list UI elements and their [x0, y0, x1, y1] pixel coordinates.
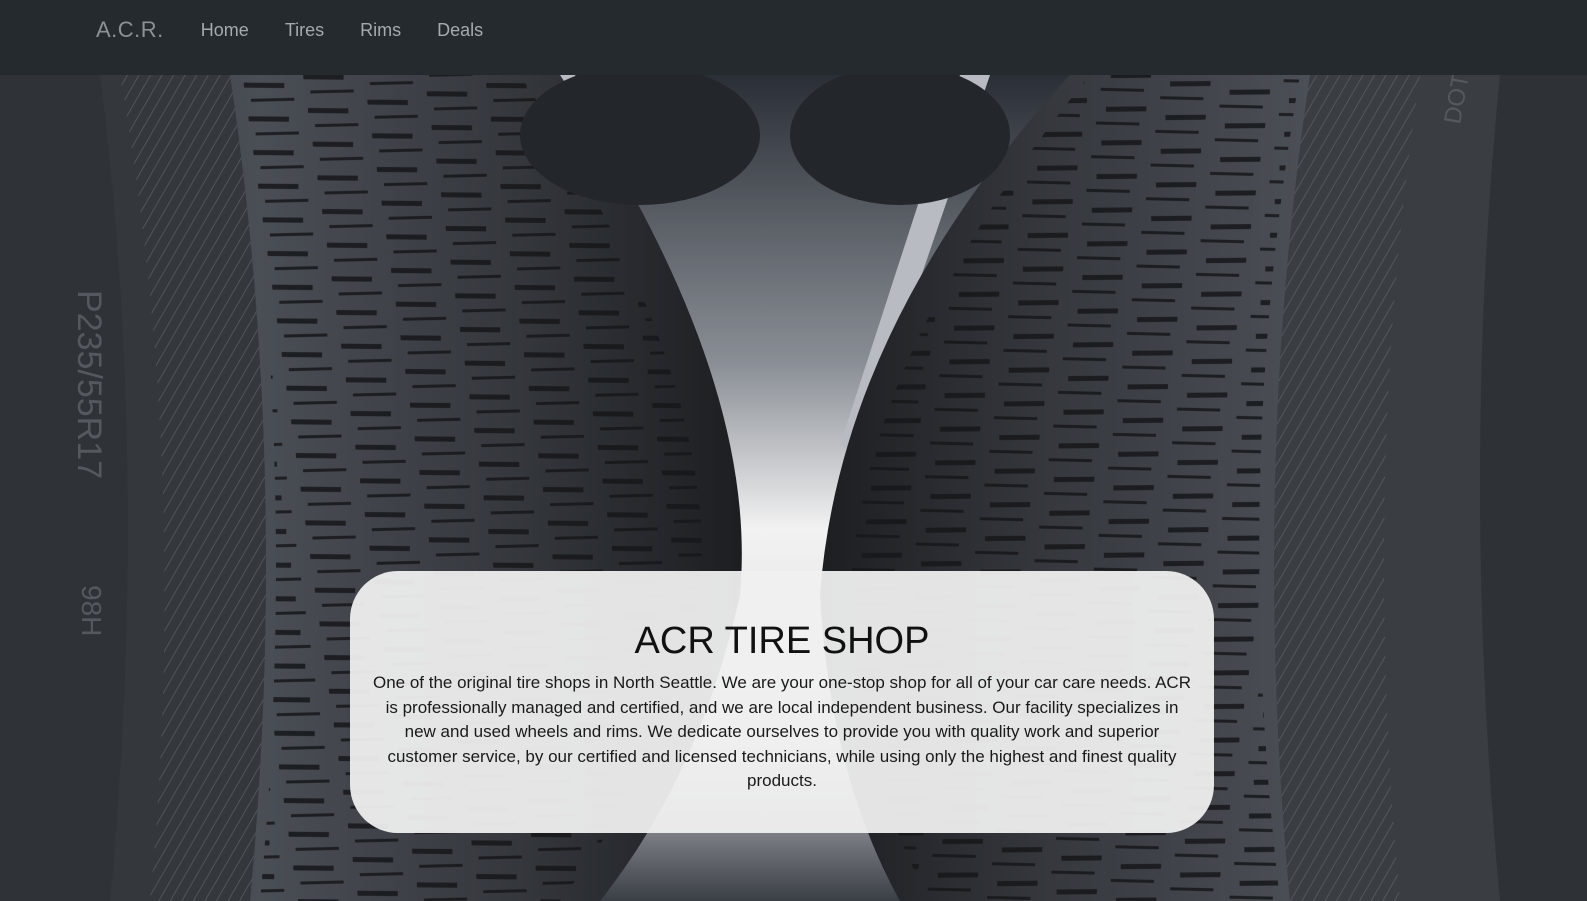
- nav-link-deals[interactable]: Deals: [437, 20, 483, 41]
- hero-tire-image: P235/55R17 98H DOT ACR TIRE SHOP One of …: [0, 75, 1587, 901]
- top-navbar: A.C.R. Home Tires Rims Deals: [0, 0, 1587, 75]
- brand-logo-link[interactable]: A.C.R.: [96, 17, 164, 43]
- nav-link-tires[interactable]: Tires: [285, 20, 324, 41]
- about-card: ACR TIRE SHOP One of the original tire s…: [350, 571, 1214, 833]
- about-description: One of the original tire shops in North …: [372, 673, 1191, 791]
- sidewall-load-text: 98H: [76, 585, 107, 636]
- nav-link-rims[interactable]: Rims: [360, 20, 401, 41]
- nav-link-home[interactable]: Home: [201, 20, 249, 41]
- sidewall-size-text: P235/55R17: [70, 290, 108, 479]
- page-title: ACR TIRE SHOP: [634, 620, 930, 662]
